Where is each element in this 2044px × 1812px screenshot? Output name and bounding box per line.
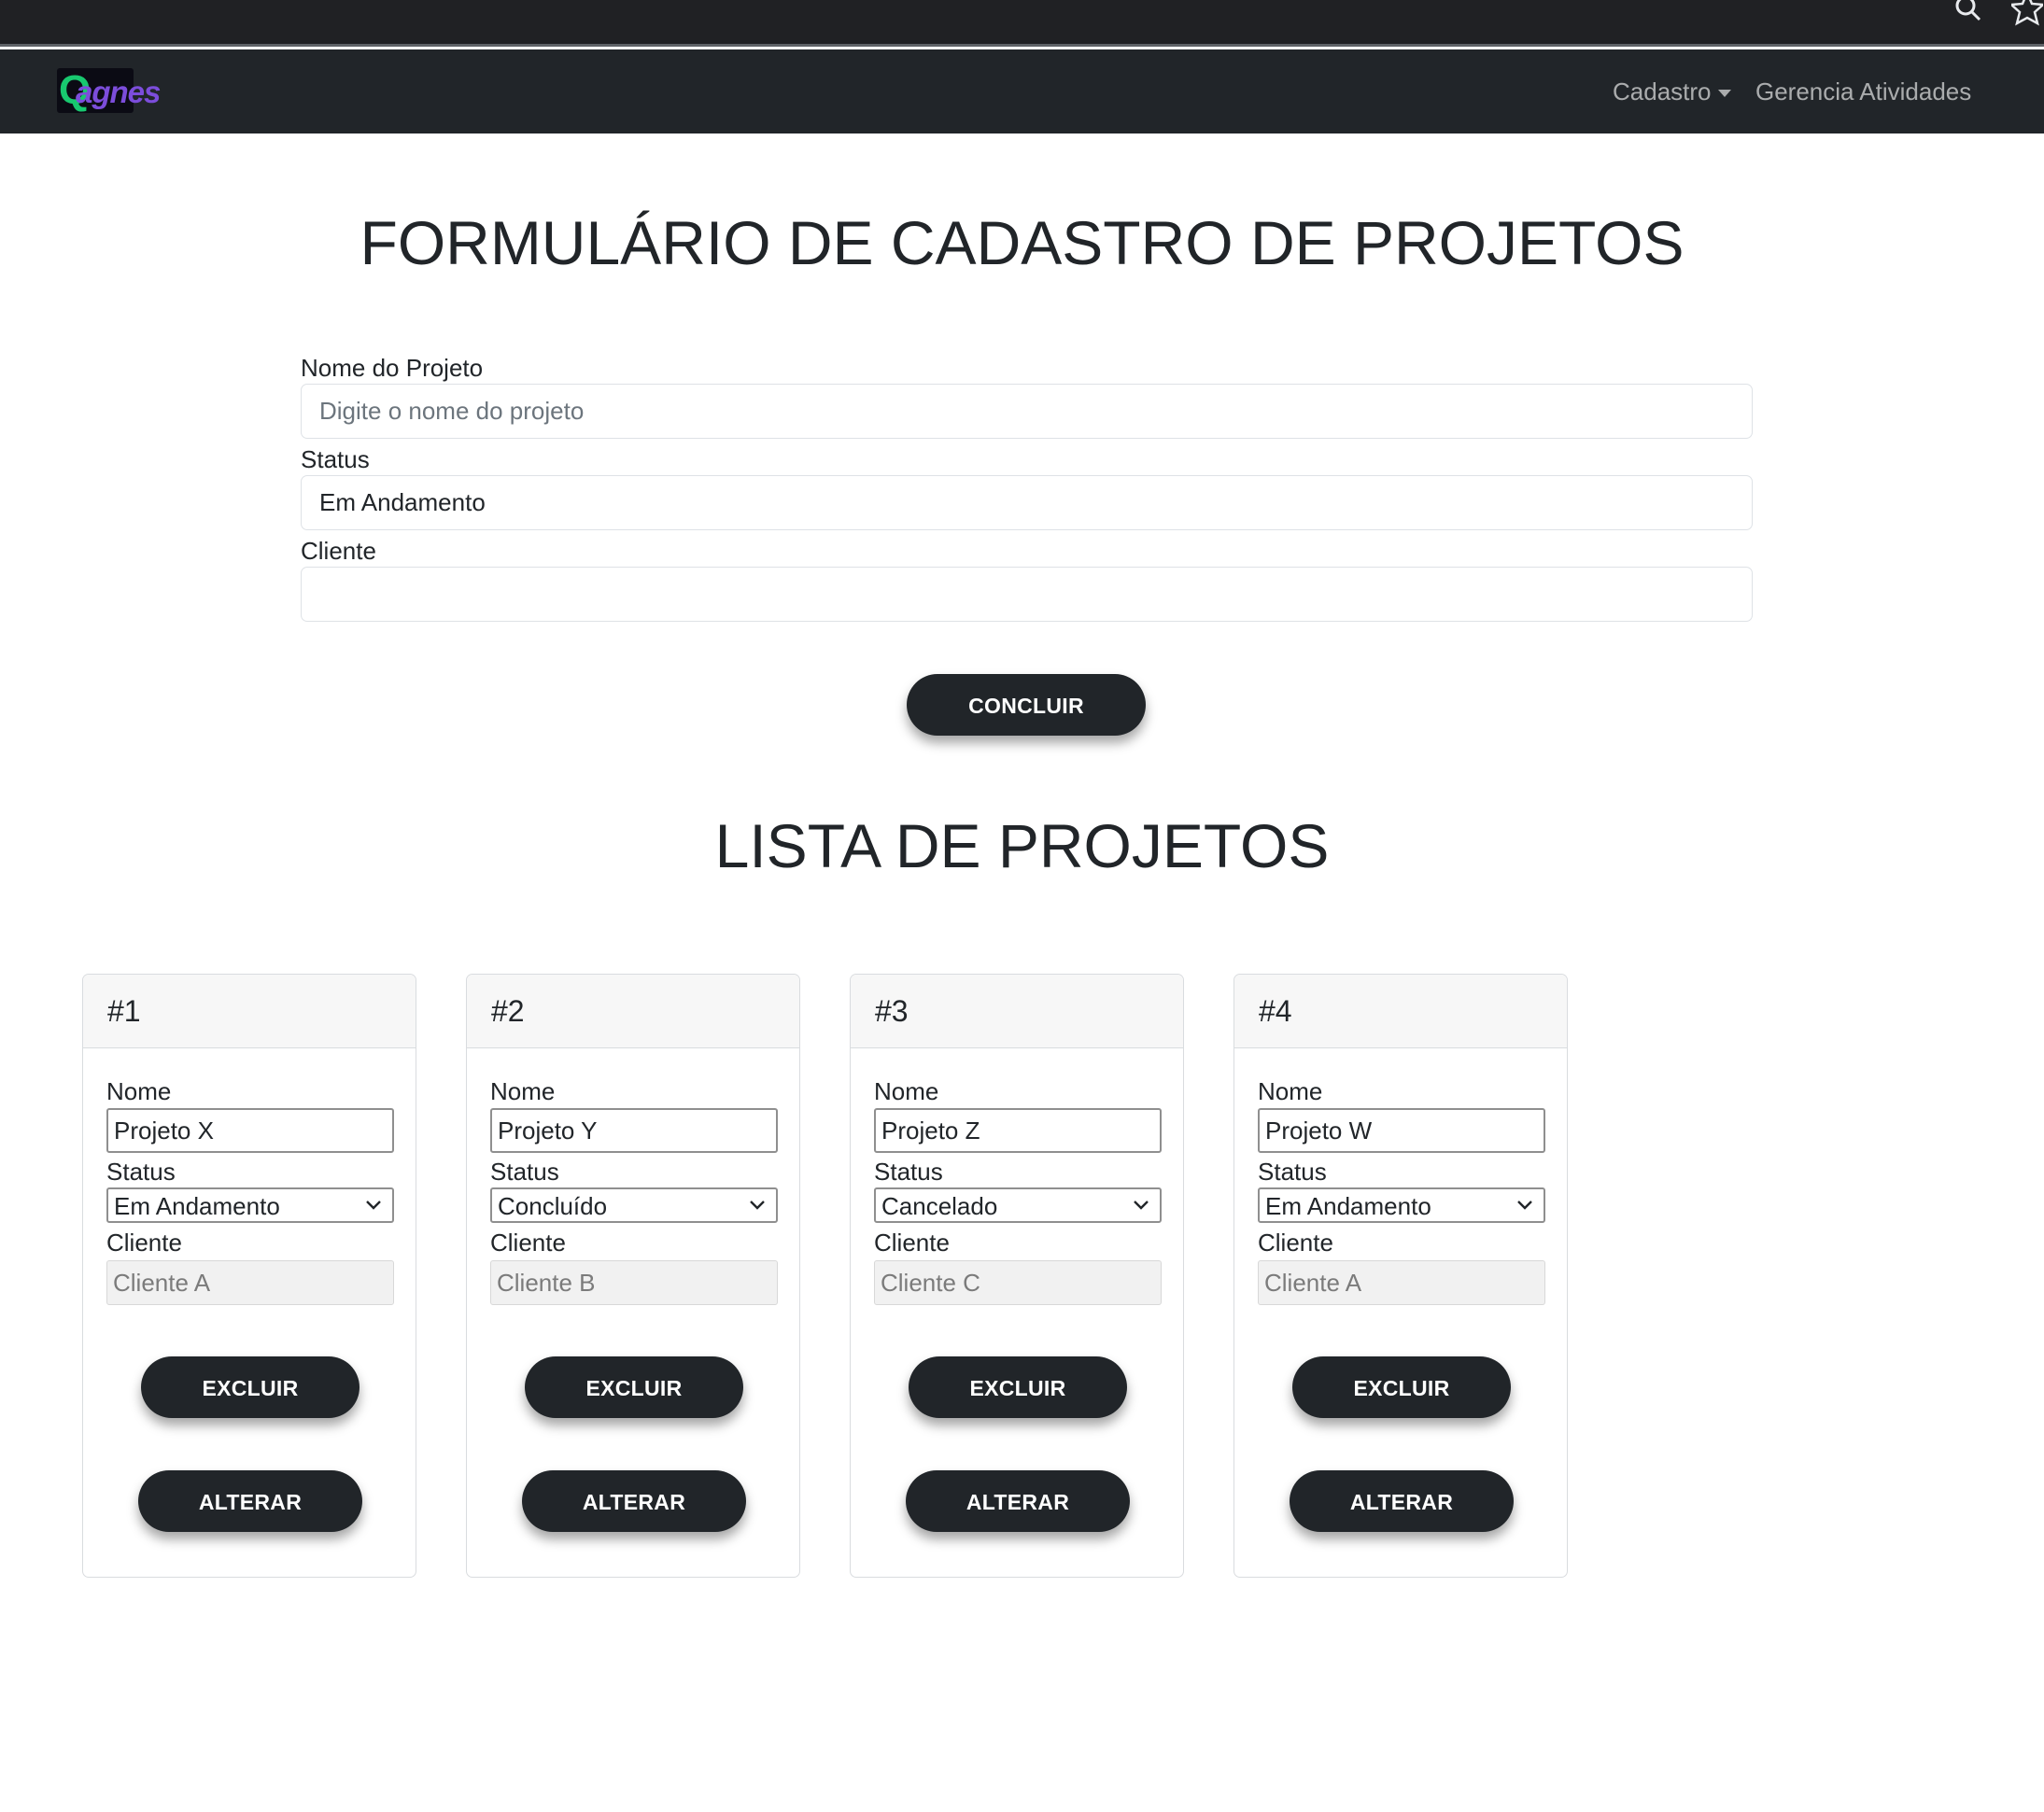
excluir-button[interactable]: EXCLUIR [141, 1356, 359, 1418]
cliente-label: Cliente [1258, 1229, 1333, 1257]
alterar-button[interactable]: ALTERAR [906, 1470, 1130, 1532]
nav-cadastro-dropdown[interactable]: Cadastro [1613, 77, 1712, 105]
cliente-label: Cliente [490, 1229, 566, 1257]
chevron-down-icon [1517, 1201, 1532, 1210]
excluir-button[interactable]: EXCLUIR [525, 1356, 743, 1418]
project-name-field[interactable] [874, 1108, 1162, 1153]
cliente-label: Cliente [106, 1229, 182, 1257]
status-label: Status [874, 1158, 943, 1186]
status-select-value: Em Andamento [114, 1192, 280, 1220]
excluir-button[interactable]: EXCLUIR [1292, 1356, 1511, 1418]
nome-label: Nome [874, 1077, 939, 1105]
alterar-button[interactable]: ALTERAR [522, 1470, 746, 1532]
star-icon[interactable] [2011, 0, 2043, 32]
status-input[interactable] [301, 475, 1753, 530]
project-card: #1 Nome Status Em Andamento Cliente EXCL… [82, 974, 416, 1578]
cliente-field [106, 1260, 394, 1305]
list-title: LISTA DE PROJETOS [714, 811, 1330, 880]
project-number: #4 [1259, 994, 1292, 1028]
chevron-down-icon [750, 1201, 765, 1210]
cliente-field [874, 1260, 1162, 1305]
card-header: #2 [467, 975, 799, 1048]
status-label: Status [301, 445, 370, 473]
chevron-down-icon [366, 1201, 381, 1210]
project-card: #2 Nome Status Concluído Cliente EXCLUIR… [466, 974, 800, 1578]
nome-label: Nome [490, 1077, 556, 1105]
caret-down-icon[interactable] [1718, 90, 1731, 97]
excluir-button[interactable]: EXCLUIR [909, 1356, 1127, 1418]
alterar-button[interactable]: ALTERAR [138, 1470, 362, 1532]
status-label: Status [1258, 1158, 1327, 1186]
concluir-button[interactable]: CONCLUIR [907, 674, 1146, 736]
page-title: FORMULÁRIO DE CADASTRO DE PROJETOS [359, 208, 1685, 277]
nome-label: Nome [1258, 1077, 1323, 1105]
project-name-input[interactable] [301, 384, 1753, 439]
cliente-label: Cliente [874, 1229, 950, 1257]
project-name-label: Nome do Projeto [301, 354, 484, 382]
project-name-field[interactable] [490, 1108, 778, 1153]
project-name-field[interactable] [106, 1108, 394, 1153]
alterar-button[interactable]: ALTERAR [1290, 1470, 1514, 1532]
cliente-label: Cliente [301, 537, 376, 565]
project-name-field[interactable] [1258, 1108, 1545, 1153]
navbar: Q agnes Cadastro Gerencia Atividades [0, 49, 2044, 133]
nav-gerencia-atividades[interactable]: Gerencia Atividades [1755, 77, 1971, 105]
card-header: #4 [1234, 975, 1567, 1048]
logo-text: agnes [76, 75, 161, 109]
cliente-field [490, 1260, 778, 1305]
brand-logo[interactable]: Q agnes [57, 68, 161, 113]
status-select[interactable]: Concluído [490, 1187, 778, 1223]
project-card: #4 Nome Status Em Andamento Cliente EXCL… [1233, 974, 1568, 1578]
status-select[interactable]: Em Andamento [106, 1187, 394, 1223]
status-select-value: Em Andamento [1265, 1192, 1431, 1220]
card-header: #1 [83, 975, 416, 1048]
cliente-field [1258, 1260, 1545, 1305]
status-select-value: Concluído [498, 1192, 608, 1220]
search-icon[interactable] [1952, 0, 1984, 32]
status-select-value: Cancelado [881, 1192, 998, 1220]
card-header: #3 [851, 975, 1183, 1048]
status-select[interactable]: Cancelado [874, 1187, 1162, 1223]
status-label: Status [490, 1158, 559, 1186]
project-card: #3 Nome Status Cancelado Cliente EXCLUIR… [850, 974, 1184, 1578]
nome-label: Nome [106, 1077, 172, 1105]
project-number: #2 [491, 994, 525, 1028]
status-select[interactable]: Em Andamento [1258, 1187, 1545, 1223]
project-number: #3 [875, 994, 909, 1028]
status-label: Status [106, 1158, 176, 1186]
cliente-input[interactable] [301, 567, 1753, 622]
project-number: #1 [107, 994, 141, 1028]
browser-toolbar [0, 0, 2044, 47]
chevron-down-icon [1134, 1201, 1149, 1210]
